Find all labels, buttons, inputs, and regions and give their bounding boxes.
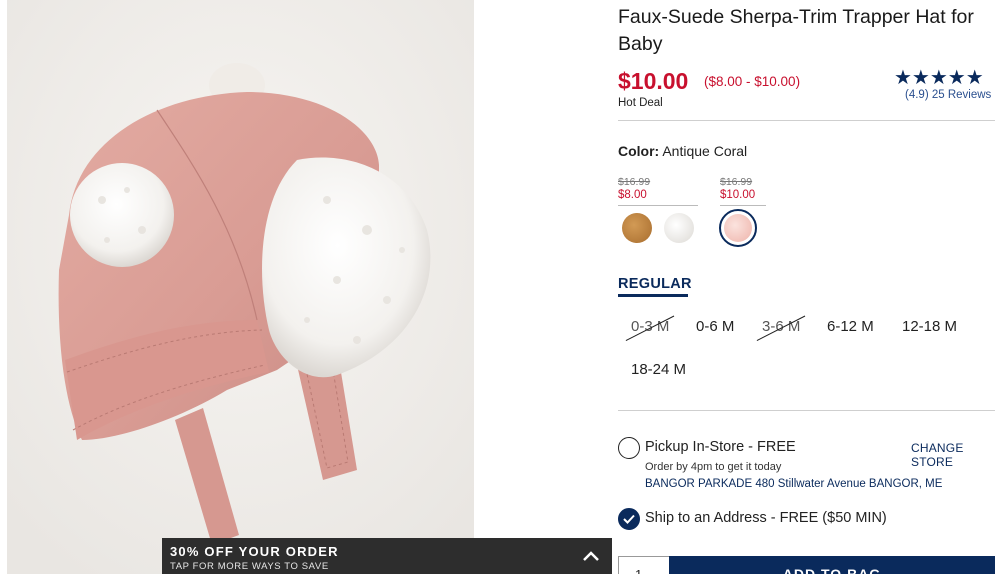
pickup-note: Order by 4pm to get it today: [645, 461, 782, 473]
add-to-bag-button[interactable]: ADD TO BAG: [669, 556, 995, 574]
was-price: $16.99: [720, 176, 753, 188]
hot-deal-label: Hot Deal: [618, 97, 663, 109]
quantity-select[interactable]: 1: [618, 556, 670, 574]
reviews-link[interactable]: 25 Reviews: [932, 89, 991, 101]
swatch-group-price: $16.99 $8.00: [618, 176, 650, 202]
swatch-group-price: $16.99 $10.00: [720, 176, 755, 202]
size-option-0-6m[interactable]: 0-6 M: [696, 318, 734, 335]
ship-label[interactable]: Ship to an Address - FREE ($50 MIN): [645, 510, 887, 526]
tab-regular[interactable]: REGULAR: [618, 276, 692, 292]
divider: [618, 120, 995, 121]
promo-bar[interactable]: 30% OFF YOUR ORDER TAP FOR MORE WAYS TO …: [162, 538, 612, 574]
product-image[interactable]: [7, 0, 474, 574]
promo-subtitle: TAP FOR MORE WAYS TO SAVE: [170, 561, 329, 572]
sale-price: $10.00: [618, 68, 689, 94]
color-selected-value: Antique Coral: [662, 143, 748, 159]
quantity-value: 1: [635, 567, 642, 574]
color-label: Color: Antique Coral: [618, 143, 747, 159]
color-swatch-tan[interactable]: [622, 213, 652, 243]
change-store-link[interactable]: CHANGE STORE: [911, 441, 997, 469]
color-label-title: Color:: [618, 143, 660, 159]
color-swatch-antique-coral-selected[interactable]: [719, 209, 757, 247]
divider: [618, 410, 995, 411]
color-swatch-white[interactable]: [664, 213, 694, 243]
chevron-up-icon[interactable]: [582, 550, 600, 562]
pickup-radio[interactable]: [618, 437, 640, 459]
ship-radio-checked[interactable]: [618, 508, 640, 530]
store-address-link[interactable]: BANGOR PARKADE 480 Stillwater Avenue BAN…: [645, 478, 942, 490]
product-title: Faux-Suede Sherpa-Trim Trapper Hat for B…: [618, 6, 974, 55]
pickup-label[interactable]: Pickup In-Store - FREE: [645, 439, 796, 455]
swatch-group-divider: [618, 205, 698, 206]
now-price: $8.00: [618, 189, 647, 201]
tab-active-indicator: [618, 294, 688, 297]
now-price: $10.00: [720, 189, 756, 201]
price-range: ($8.00 - $10.00): [704, 74, 801, 89]
rating-summary[interactable]: (4.9) 25 Reviews: [905, 89, 991, 101]
promo-title: 30% OFF YOUR ORDER: [170, 544, 339, 559]
rating-stars[interactable]: ★★★★★: [894, 67, 984, 89]
rating-value: (4.9): [905, 89, 929, 101]
size-option-18-24m[interactable]: 18-24 M: [631, 361, 686, 378]
was-price: $16.99: [618, 176, 651, 188]
coral-swatch-fill: [724, 214, 752, 242]
size-option-6-12m[interactable]: 6-12 M: [827, 318, 874, 335]
check-icon: [623, 514, 635, 524]
swatch-group-divider: [720, 205, 766, 206]
size-option-12-18m[interactable]: 12-18 M: [902, 318, 957, 335]
